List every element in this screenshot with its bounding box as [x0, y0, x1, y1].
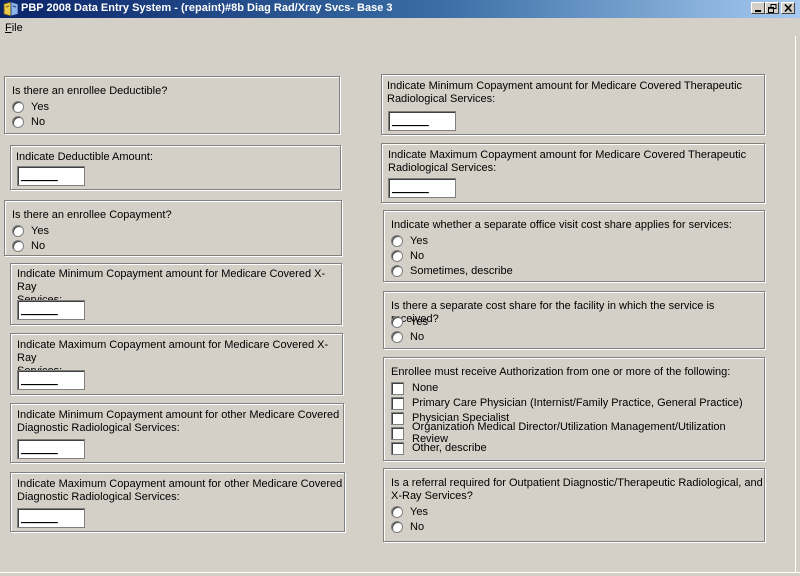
copayment-question: Is there an enrollee Copayment? — [12, 209, 172, 221]
copayment-yes-option[interactable]: Yes — [12, 224, 49, 238]
minimize-button[interactable] — [751, 2, 765, 14]
office-visit-no-option[interactable]: No — [391, 249, 424, 263]
max-diag-input[interactable]: ______ — [17, 508, 85, 528]
max-thera-label: Indicate Maximum Copayment amount for Me… — [388, 149, 747, 174]
office-visit-sometimes-option[interactable]: Sometimes, describe — [391, 264, 513, 278]
restore-button[interactable] — [765, 2, 779, 14]
auth-other-option[interactable]: Other, describe — [391, 441, 487, 455]
authorization-group: Enrollee must receive Authorization from… — [383, 357, 765, 461]
copayment-no-option[interactable]: No — [12, 239, 45, 253]
deductible-amount-input[interactable]: ______ — [17, 166, 85, 186]
facility-group: Is there a separate cost share for the f… — [383, 291, 765, 349]
office-visit-group: Indicate whether a separate office visit… — [383, 210, 765, 282]
deductible-group: Is there an enrollee Deductible? Yes No — [4, 76, 340, 134]
deductible-no-radio[interactable] — [12, 116, 24, 128]
max-diag-group: Indicate Maximum Copayment amount for ot… — [10, 472, 345, 532]
min-thera-label: Indicate Minimum Copayment amount for Me… — [387, 80, 743, 105]
window-title: PBP 2008 Data Entry System - (repaint)#8… — [21, 2, 393, 14]
close-button[interactable] — [781, 2, 795, 14]
deductible-question: Is there an enrollee Deductible? — [12, 85, 168, 97]
auth-other-checkbox[interactable] — [391, 441, 404, 455]
office-visit-sometimes-radio[interactable] — [391, 265, 403, 277]
auth-none-option[interactable]: None — [391, 381, 438, 395]
menu-bar: File — [0, 18, 800, 36]
auth-org-director-checkbox[interactable] — [391, 426, 404, 440]
menu-file[interactable]: File — [5, 22, 23, 34]
referral-group: Is a referral required for Outpatient Di… — [383, 468, 765, 542]
bottom-edge — [0, 572, 800, 573]
facility-no-option[interactable]: No — [391, 330, 424, 344]
auth-specialist-checkbox[interactable] — [391, 411, 404, 425]
title-bar: PBP 2008 Data Entry System - (repaint)#8… — [0, 0, 800, 18]
office-visit-yes-radio[interactable] — [391, 235, 403, 247]
referral-no-option[interactable]: No — [391, 520, 424, 534]
facility-yes-radio[interactable] — [391, 316, 403, 328]
auth-pcp-option[interactable]: Primary Care Physician (Internist/Family… — [391, 396, 743, 410]
max-thera-group: Indicate Maximum Copayment amount for Me… — [381, 143, 765, 203]
facility-no-radio[interactable] — [391, 331, 403, 343]
minimize-icon — [755, 10, 761, 12]
deductible-amount-label: Indicate Deductible Amount: — [16, 151, 153, 163]
max-xray-input[interactable]: ______ — [17, 370, 85, 390]
close-icon — [784, 4, 793, 12]
copayment-yes-radio[interactable] — [12, 225, 24, 237]
referral-question: Is a referral required for Outpatient Di… — [391, 477, 763, 502]
office-visit-question: Indicate whether a separate office visit… — [391, 219, 732, 231]
facility-yes-option[interactable]: Yes — [391, 315, 428, 329]
max-diag-label: Indicate Maximum Copayment amount for ot… — [17, 478, 343, 503]
copayment-no-radio[interactable] — [12, 240, 24, 252]
auth-none-checkbox[interactable] — [391, 381, 404, 395]
copayment-group: Is there an enrollee Copayment? Yes No — [4, 200, 342, 256]
deductible-yes-radio[interactable] — [12, 101, 24, 113]
min-thera-input[interactable]: ______ — [388, 111, 456, 131]
office-visit-yes-option[interactable]: Yes — [391, 234, 428, 248]
authorization-question: Enrollee must receive Authorization from… — [391, 366, 731, 378]
auth-org-director-option[interactable]: Organization Medical Director/Utilizatio… — [391, 421, 764, 445]
deductible-yes-option[interactable]: Yes — [12, 100, 49, 114]
min-diag-group: Indicate Minimum Copayment amount for ot… — [10, 403, 344, 463]
min-thera-group: Indicate Minimum Copayment amount for Me… — [381, 74, 765, 135]
right-edge — [795, 36, 796, 572]
min-diag-input[interactable]: ______ — [17, 439, 85, 459]
max-thera-input[interactable]: ______ — [388, 178, 456, 198]
min-xray-input[interactable]: ______ — [17, 300, 85, 320]
min-diag-label: Indicate Minimum Copayment amount for ot… — [17, 409, 340, 434]
facility-question: Is there a separate cost share for the f… — [391, 300, 715, 325]
deductible-no-option[interactable]: No — [12, 115, 45, 129]
deductible-amount-group: Indicate Deductible Amount: ______ — [10, 145, 341, 190]
max-xray-group: Indicate Maximum Copayment amount for Me… — [10, 333, 343, 395]
referral-yes-option[interactable]: Yes — [391, 505, 428, 519]
restore-icon — [768, 4, 777, 13]
app-icon — [3, 1, 19, 17]
referral-no-radio[interactable] — [391, 521, 403, 533]
min-xray-group: Indicate Minimum Copayment amount for Me… — [10, 263, 342, 325]
referral-yes-radio[interactable] — [391, 506, 403, 518]
auth-pcp-checkbox[interactable] — [391, 396, 404, 410]
office-visit-no-radio[interactable] — [391, 250, 403, 262]
